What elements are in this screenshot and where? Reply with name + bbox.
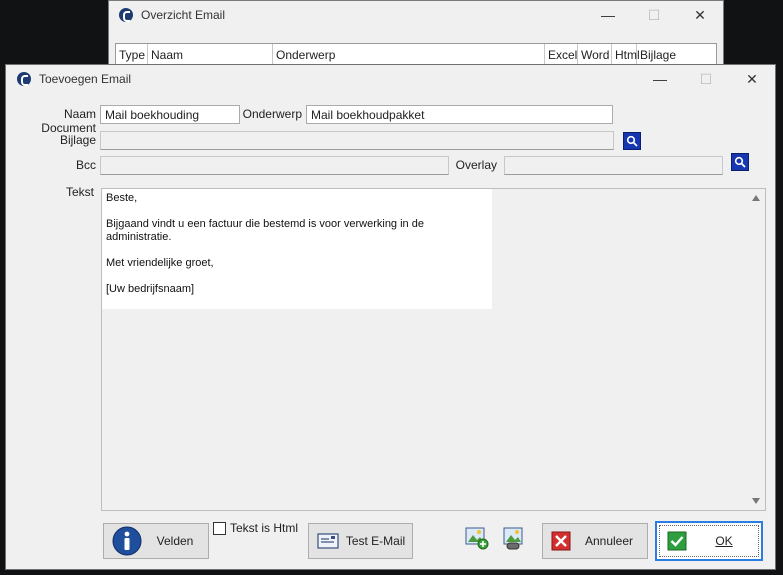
cancel-icon: [551, 531, 571, 551]
tekst-content[interactable]: Beste, Bijgaand vindt u een factuur die …: [102, 189, 492, 309]
text-line: Met vriendelijke groet,: [106, 257, 214, 269]
bcc-label: Bcc: [75, 158, 96, 172]
annuleer-button[interactable]: Annuleer: [542, 523, 648, 559]
dialog-title: Toevoegen Email: [39, 72, 132, 86]
overzicht-email-window: Overzicht Email — ☐ ✕ Type Naam Onderwer…: [108, 0, 724, 71]
bg-close-button[interactable]: ✕: [677, 1, 723, 29]
vertical-scrollbar[interactable]: [748, 189, 765, 510]
velden-button-label: Velden: [156, 534, 194, 548]
checkbox-box[interactable]: [213, 521, 226, 535]
tekst-is-html-label: Tekst is Html: [230, 521, 299, 535]
bg-maximize-button[interactable]: ☐: [631, 1, 677, 29]
ok-button-label: OK: [715, 534, 733, 548]
test-email-button-label: Test E-Mail: [345, 534, 406, 548]
image-link-icon[interactable]: [501, 526, 525, 550]
scroll-up-arrow-icon[interactable]: [752, 195, 760, 201]
annuleer-button-label: Annuleer: [584, 534, 634, 548]
test-email-button[interactable]: Test E-Mail: [308, 523, 413, 559]
overlay-search-button[interactable]: [731, 153, 749, 171]
search-icon: [734, 156, 746, 168]
maximize-button[interactable]: ☐: [683, 65, 729, 93]
bijlage-search-button[interactable]: [623, 132, 641, 150]
onderwerp-input[interactable]: Mail boekhoudpakket: [306, 105, 613, 124]
scroll-down-arrow-icon[interactable]: [752, 498, 760, 504]
tekst-is-html-checkbox[interactable]: Tekst is Html: [213, 521, 298, 535]
add-image-icon[interactable]: [465, 526, 489, 550]
naam-document-input[interactable]: Mail boekhouding: [100, 105, 240, 124]
velden-button[interactable]: Velden: [103, 523, 209, 559]
overlay-label: Overlay: [455, 158, 497, 172]
check-icon: [667, 531, 687, 551]
text-line: Bijgaand vindt u een factuur die bestemd…: [106, 218, 424, 243]
bijlage-label: Bijlage: [59, 133, 96, 147]
ok-button[interactable]: OK: [655, 521, 763, 561]
minimize-button[interactable]: —: [637, 65, 683, 93]
bijlage-input[interactable]: [100, 131, 614, 150]
bcc-input[interactable]: [100, 156, 449, 175]
close-button[interactable]: ✕: [729, 65, 775, 93]
tekst-label: Tekst: [65, 185, 94, 199]
email-icon: [317, 533, 339, 549]
onderwerp-label: Onderwerp: [242, 107, 302, 121]
toevoegen-email-dialog: Toevoegen Email — ☐ ✕ Naam Document Mail…: [5, 64, 776, 570]
overlay-input[interactable]: [504, 156, 723, 175]
info-icon: [112, 526, 142, 556]
bg-minimize-button[interactable]: —: [585, 1, 631, 29]
text-line: [Uw bedrijfsnaam]: [106, 283, 195, 295]
text-line: Beste,: [106, 192, 138, 204]
app-icon: [17, 72, 31, 86]
naam-document-label: Naam Document: [41, 107, 96, 135]
bg-window-title: Overzicht Email: [141, 8, 226, 22]
app-icon: [119, 8, 133, 22]
tekst-editor[interactable]: Beste, Bijgaand vindt u een factuur die …: [101, 188, 766, 511]
search-icon: [626, 135, 638, 147]
